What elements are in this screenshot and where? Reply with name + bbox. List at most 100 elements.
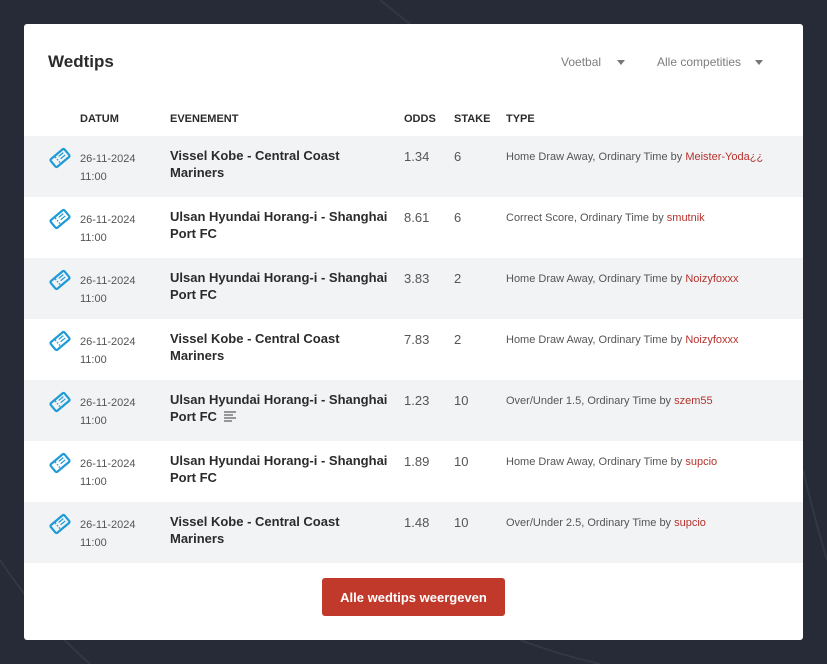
bet-type-text: Home Draw Away, Ordinary Time by [506, 151, 686, 163]
type-cell: Correct Score, Ordinary Time by smutnik [506, 210, 786, 227]
card-title: Wedtips [48, 52, 114, 71]
event-name: Ulsan Hyundai Horang-i - Shanghai Port F… [170, 453, 388, 485]
date-value: 26-11-2024 [80, 153, 136, 165]
header-odds: ODDS [404, 113, 436, 125]
odds-cell: 1.23 [404, 393, 430, 408]
ticket-icon[interactable] [49, 391, 71, 413]
date-cell: 26-11-2024 11:00 [80, 272, 135, 308]
tipster-link[interactable]: Noizyfoxxx [685, 334, 738, 346]
bet-type-text: Over/Under 1.5, Ordinary Time by [506, 395, 675, 407]
odds-cell: 3.83 [404, 271, 430, 286]
event-cell: Vissel Kobe - Central Coast Mariners [170, 147, 392, 181]
event-cell: Vissel Kobe - Central Coast Mariners [170, 330, 392, 364]
time-value: 11:00 [80, 232, 107, 244]
event-name: Ulsan Hyundai Horang-i - Shanghai Port F… [170, 209, 388, 241]
event-cell: Ulsan Hyundai Horang-i - Shanghai Port F… [170, 452, 392, 486]
type-cell: Home Draw Away, Ordinary Time by Noizyfo… [506, 332, 786, 349]
bet-type-text: Home Draw Away, Ordinary Time by [506, 456, 686, 468]
odds-cell: 1.34 [404, 149, 430, 164]
odds-cell: 1.48 [404, 515, 430, 530]
time-value: 11:00 [80, 537, 107, 549]
sport-filter-dropdown[interactable]: Voetbal [561, 55, 626, 69]
event-name: Vissel Kobe - Central Coast Mariners [170, 148, 340, 180]
tipster-link[interactable]: smutnik [667, 212, 705, 224]
type-cell: Over/Under 1.5, Ordinary Time by szem55 [506, 393, 786, 410]
table-row: 26-11-2024 11:00 Ulsan Hyundai Horang-i … [24, 258, 803, 319]
stake-cell: 10 [454, 515, 469, 530]
odds-cell: 1.89 [404, 454, 430, 469]
table-row: 26-11-2024 11:00 Ulsan Hyundai Horang-i … [24, 441, 803, 502]
ticket-icon[interactable] [49, 452, 71, 474]
bet-type-text: Home Draw Away, Ordinary Time by [506, 334, 686, 346]
event-name: Ulsan Hyundai Horang-i - Shanghai Port F… [170, 270, 388, 302]
stake-cell: 2 [454, 332, 462, 347]
ticket-icon[interactable] [49, 208, 71, 230]
chevron-down-icon [755, 59, 764, 65]
event-name: Ulsan Hyundai Horang-i - Shanghai Port F… [170, 392, 388, 424]
tipster-link[interactable]: supcio [674, 517, 706, 529]
event-cell: Ulsan Hyundai Horang-i - Shanghai Port F… [170, 269, 392, 303]
event-name: Vissel Kobe - Central Coast Mariners [170, 514, 340, 546]
competition-filter-label: Alle competities [657, 55, 742, 69]
bet-type-text: Correct Score, Ordinary Time by [506, 212, 667, 224]
tips-list: 26-11-2024 11:00 Vissel Kobe - Central C… [24, 136, 803, 563]
show-all-tips-button[interactable]: Alle wedtips weergeven [322, 578, 505, 616]
date-value: 26-11-2024 [80, 336, 136, 348]
date-value: 26-11-2024 [80, 397, 136, 409]
bet-type-text: Home Draw Away, Ordinary Time by [506, 273, 686, 285]
date-cell: 26-11-2024 11:00 [80, 333, 135, 369]
date-value: 26-11-2024 [80, 275, 136, 287]
event-name: Vissel Kobe - Central Coast Mariners [170, 331, 340, 363]
date-cell: 26-11-2024 11:00 [80, 211, 135, 247]
header-type: TYPE [506, 113, 535, 125]
ticket-icon[interactable] [49, 269, 71, 291]
table-row: 26-11-2024 11:00 Ulsan Hyundai Horang-i … [24, 197, 803, 258]
odds-cell: 7.83 [404, 332, 430, 347]
type-cell: Home Draw Away, Ordinary Time by Noizyfo… [506, 271, 786, 288]
date-cell: 26-11-2024 11:00 [80, 150, 135, 186]
date-value: 26-11-2024 [80, 214, 136, 226]
event-cell: Vissel Kobe - Central Coast Mariners [170, 513, 392, 547]
stake-cell: 6 [454, 210, 462, 225]
date-cell: 26-11-2024 11:00 [80, 516, 135, 552]
tipster-link[interactable]: szem55 [674, 395, 713, 407]
ticket-icon[interactable] [49, 330, 71, 352]
type-cell: Home Draw Away, Ordinary Time by Meister… [506, 149, 786, 166]
header-stake: STAKE [454, 113, 491, 125]
tipster-link[interactable]: supcio [685, 456, 717, 468]
event-cell: Ulsan Hyundai Horang-i - Shanghai Port F… [170, 208, 392, 242]
stake-cell: 10 [454, 393, 469, 408]
table-header: DATUM EVENEMENT ODDS STAKE TYPE [24, 113, 803, 135]
stake-cell: 6 [454, 149, 462, 164]
bet-type-text: Over/Under 2.5, Ordinary Time by [506, 517, 675, 529]
date-value: 26-11-2024 [80, 519, 136, 531]
table-row: 26-11-2024 11:00 Vissel Kobe - Central C… [24, 136, 803, 197]
competition-filter-dropdown[interactable]: Alle competities [657, 55, 764, 69]
date-cell: 26-11-2024 11:00 [80, 394, 135, 430]
date-cell: 26-11-2024 11:00 [80, 455, 135, 491]
header-event: EVENEMENT [170, 113, 239, 125]
type-cell: Over/Under 2.5, Ordinary Time by supcio [506, 515, 786, 532]
stake-cell: 10 [454, 454, 469, 469]
tipster-link[interactable]: Meister-Yoda¿¿ [685, 151, 763, 163]
event-cell: Ulsan Hyundai Horang-i - Shanghai Port F… [170, 391, 392, 426]
time-value: 11:00 [80, 354, 107, 366]
time-value: 11:00 [80, 171, 107, 183]
header-date: DATUM [80, 113, 119, 125]
odds-cell: 8.61 [404, 210, 430, 225]
betting-tips-card: Wedtips Voetbal Alle competities DATUM E… [24, 24, 803, 640]
chevron-down-icon [617, 59, 626, 65]
time-value: 11:00 [80, 293, 107, 305]
ticket-icon[interactable] [49, 147, 71, 169]
sport-filter-label: Voetbal [561, 55, 602, 69]
table-row: 26-11-2024 11:00 Ulsan Hyundai Horang-i … [24, 380, 803, 441]
table-row: 26-11-2024 11:00 Vissel Kobe - Central C… [24, 319, 803, 380]
tipster-link[interactable]: Noizyfoxxx [685, 273, 738, 285]
ticket-icon[interactable] [49, 513, 71, 535]
time-value: 11:00 [80, 415, 107, 427]
type-cell: Home Draw Away, Ordinary Time by supcio [506, 454, 786, 471]
time-value: 11:00 [80, 476, 107, 488]
text-lines-icon[interactable] [223, 409, 237, 426]
stake-cell: 2 [454, 271, 462, 286]
table-row: 26-11-2024 11:00 Vissel Kobe - Central C… [24, 502, 803, 563]
